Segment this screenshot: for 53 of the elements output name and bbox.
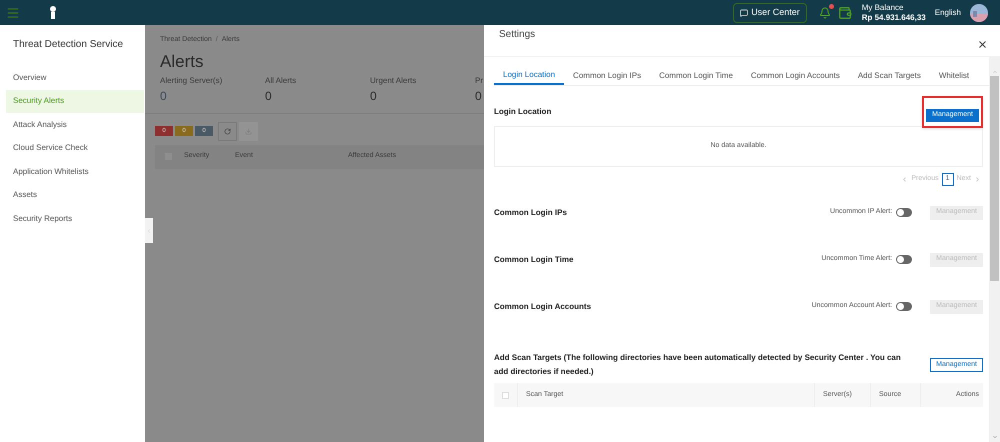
refresh-icon [224,128,231,134]
settings-tab[interactable]: Login Location [494,67,564,85]
settings-tab[interactable]: Common Login Accounts [742,67,849,85]
stat-label: Pr [475,74,484,86]
section-title: Add Scan Targets (The following directories have been automatically detected by Security Center . You can add directories if needed.) [494,352,902,378]
download-button[interactable] [239,122,258,140]
settings-tab[interactable]: Add Scan Targets [848,67,930,85]
user-center-button[interactable]: User Center [733,2,807,22]
toggle-switch[interactable] [896,302,912,311]
scroll-down-icon[interactable] [992,434,998,440]
sidebar-item[interactable]: Cloud Service Check [6,136,144,160]
stat-label: All Alerts [265,74,298,86]
page-title: Alerts [160,52,204,72]
settings-tab[interactable]: Whitelist [930,67,978,85]
toggle-switch[interactable] [896,208,912,217]
menu-icon[interactable] [6,6,20,20]
stat-value: 0 [370,88,378,104]
stat-value: 0 [475,88,483,104]
notification-icon[interactable] [818,6,831,18]
balance-label: My Balance [862,2,904,12]
refresh-button[interactable] [218,122,237,140]
previous-icon[interactable] [901,176,908,183]
settings-tab[interactable]: Common Login IPs [564,67,650,85]
chat-icon [740,8,748,16]
checkbox[interactable] [502,392,509,398]
sidebar-item[interactable]: Security Reports [6,207,144,230]
collapse-icon[interactable] [146,228,152,234]
stat-value: 0 [160,88,168,104]
wallet-icon[interactable] [838,6,852,20]
settings-tab[interactable]: Common Login Time [650,67,742,85]
balance-amount: Rp 54.931.646,33 [862,12,926,22]
section-title: Login Location [494,106,552,118]
sidebar-item[interactable]: Application Whitelists [6,160,144,184]
sidebar-item[interactable]: Overview [6,66,144,90]
section-title: Common Login Accounts [494,300,592,312]
next-icon[interactable] [974,176,981,183]
sidebar-item[interactable]: Security Alerts [6,90,144,113]
section-title: Common Login Time [494,254,574,266]
drawer-title: Settings [499,28,536,42]
section-title: Common Login IPs [494,206,567,218]
language-selector[interactable]: English [934,6,961,18]
stat-value: 0 [265,88,273,104]
download-icon [245,128,252,134]
scroll-up-icon[interactable] [992,69,998,75]
sidebar-title: Threat Detection Service [12,38,124,52]
stat-label: Alerting Server(s) [160,74,224,86]
stat-label: Urgent Alerts [370,74,418,86]
toggle-switch[interactable] [896,255,912,264]
avatar-icon[interactable] [970,4,988,22]
sidebar-item[interactable]: Assets [6,184,144,207]
sidebar-item[interactable]: Attack Analysis [6,113,144,136]
scrollbar[interactable] [989,57,1000,442]
close-icon[interactable] [977,39,988,50]
